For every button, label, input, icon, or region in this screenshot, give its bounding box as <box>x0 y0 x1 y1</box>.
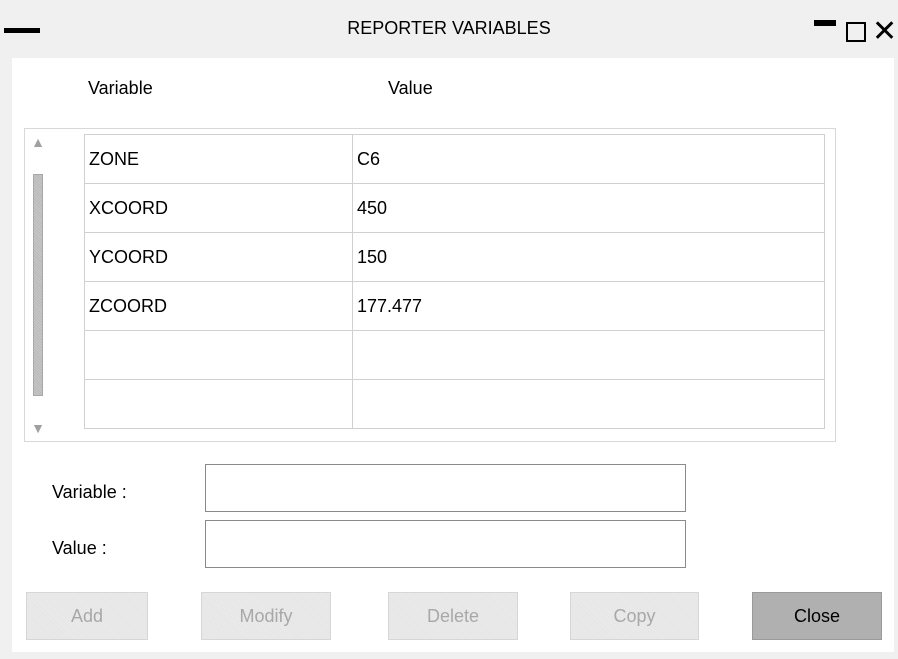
table-row[interactable]: ZCOORD 177.477 <box>84 281 825 331</box>
table-row[interactable]: XCOORD 450 <box>84 183 825 233</box>
value-cell[interactable]: 450 <box>352 183 825 233</box>
vertical-scrollbar[interactable]: ▲ ▼ <box>30 134 48 436</box>
add-button[interactable]: Add <box>26 592 148 640</box>
variable-cell[interactable] <box>84 379 353 429</box>
variable-cell[interactable]: ZCOORD <box>84 281 353 331</box>
delete-button[interactable]: Delete <box>388 592 518 640</box>
copy-button[interactable]: Copy <box>570 592 699 640</box>
table-row[interactable]: ZONE C6 <box>84 134 825 184</box>
minimize-icon[interactable] <box>814 20 836 26</box>
variable-cell[interactable] <box>84 330 353 380</box>
column-header-variable: Variable <box>88 78 153 98</box>
variable-cell[interactable]: XCOORD <box>84 183 353 233</box>
value-cell[interactable]: 150 <box>352 232 825 282</box>
reporter-variables-window: REPORTER VARIABLES ✕ Variable Value ▲ ▼ … <box>0 0 898 659</box>
maximize-icon[interactable] <box>846 22 866 42</box>
column-header-value: Value <box>388 78 433 98</box>
window-title: REPORTER VARIABLES <box>347 18 551 38</box>
table-row[interactable]: YCOORD 150 <box>84 232 825 282</box>
variable-cell[interactable]: ZONE <box>84 134 353 184</box>
variable-input[interactable] <box>205 464 686 512</box>
value-input[interactable] <box>205 520 686 568</box>
title-bar: REPORTER VARIABLES ✕ <box>0 0 898 58</box>
value-cell[interactable] <box>352 379 825 429</box>
table-row[interactable] <box>84 379 825 429</box>
close-icon[interactable]: ✕ <box>872 16 898 48</box>
value-cell[interactable] <box>352 330 825 380</box>
table-row[interactable] <box>84 330 825 380</box>
scroll-up-arrow-icon[interactable]: ▲ <box>31 134 45 150</box>
variables-table: ZONE C6 XCOORD 450 YCOORD 150 ZCOORD 177… <box>84 134 825 429</box>
variable-cell[interactable]: YCOORD <box>84 232 353 282</box>
scroll-down-arrow-icon[interactable]: ▼ <box>31 420 45 436</box>
scroll-thumb[interactable] <box>33 174 43 396</box>
modify-button[interactable]: Modify <box>201 592 331 640</box>
value-cell[interactable]: 177.477 <box>352 281 825 331</box>
value-cell[interactable]: C6 <box>352 134 825 184</box>
variable-label: Variable : <box>52 482 127 502</box>
close-button[interactable]: Close <box>752 592 882 640</box>
value-label: Value : <box>52 538 107 558</box>
